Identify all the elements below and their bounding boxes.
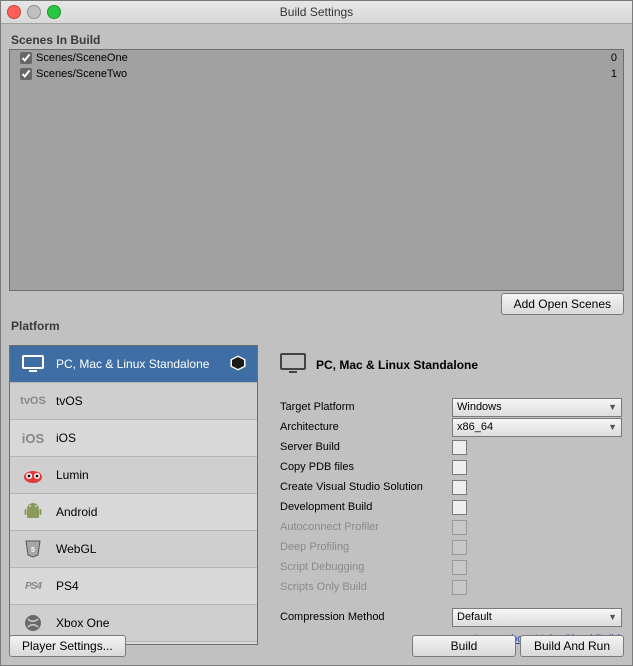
server-build-checkbox[interactable] (452, 440, 467, 455)
platform-label-text: PS4 (56, 579, 79, 593)
build-and-run-button[interactable]: Build And Run (520, 635, 624, 657)
row-autoconnect: Autoconnect Profiler (280, 517, 622, 537)
compression-value: Default (457, 611, 492, 623)
platform-label: Platform (11, 319, 624, 333)
scene-row[interactable]: Scenes/SceneTwo 1 (10, 66, 623, 82)
add-open-scenes-button[interactable]: Add Open Scenes (501, 293, 624, 315)
platform-webgl[interactable]: 5 WebGL (10, 531, 257, 568)
build-button[interactable]: Build (412, 635, 516, 657)
row-dev-build: Development Build (280, 497, 622, 517)
label-script-debugging: Script Debugging (280, 561, 452, 573)
scene-path: Scenes/SceneOne (36, 52, 128, 64)
scripts-only-checkbox (452, 580, 467, 595)
label-architecture: Architecture (280, 421, 452, 433)
monitor-icon (20, 355, 46, 373)
chevron-down-icon: ▼ (608, 402, 617, 412)
platform-android[interactable]: Android (10, 494, 257, 531)
row-server-build: Server Build (280, 437, 622, 457)
ps4-icon: PS4 (20, 581, 46, 592)
platform-detail: PC, Mac & Linux Standalone Target Platfo… (264, 345, 624, 645)
dev-build-checkbox[interactable] (452, 500, 467, 515)
scene-index: 1 (611, 68, 617, 80)
traffic-lights (7, 5, 61, 19)
platform-pc-standalone[interactable]: PC, Mac & Linux Standalone (10, 346, 257, 383)
monitor-icon (280, 353, 306, 378)
footer: Player Settings... Build Build And Run (9, 635, 624, 657)
platform-tvos[interactable]: tvOS tvOS (10, 383, 257, 420)
svg-text:5: 5 (31, 547, 35, 554)
label-server-build: Server Build (280, 441, 452, 453)
label-dev-build: Development Build (280, 501, 452, 513)
chevron-down-icon: ▼ (608, 612, 617, 622)
copy-pdb-checkbox[interactable] (452, 460, 467, 475)
label-deep-profiling: Deep Profiling (280, 541, 452, 553)
unity-logo-icon (229, 354, 247, 375)
script-debugging-checkbox (452, 560, 467, 575)
platform-label-text: Android (56, 505, 97, 519)
platform-detail-title: PC, Mac & Linux Standalone (316, 358, 478, 372)
platform-label-text: WebGL (56, 542, 96, 556)
android-icon (20, 502, 46, 522)
titlebar: Build Settings (1, 1, 632, 24)
lumin-icon (20, 466, 46, 484)
label-target-platform: Target Platform (280, 401, 452, 413)
platform-label-text: PC, Mac & Linux Standalone (56, 357, 209, 371)
scenes-list[interactable]: Scenes/SceneOne 0 Scenes/SceneTwo 1 (9, 49, 624, 291)
platform-lumin[interactable]: Lumin (10, 457, 257, 494)
player-settings-button[interactable]: Player Settings... (9, 635, 126, 657)
label-autoconnect: Autoconnect Profiler (280, 521, 452, 533)
scenes-in-build-label: Scenes In Build (11, 33, 624, 47)
platform-label-text: tvOS (56, 394, 83, 408)
platform-ios[interactable]: iOS iOS (10, 420, 257, 457)
build-settings-window: Build Settings Scenes In Build Scenes/Sc… (0, 0, 633, 666)
platform-label-text: Xbox One (56, 616, 109, 630)
platform-ps4[interactable]: PS4 PS4 (10, 568, 257, 605)
label-compression: Compression Method (280, 611, 452, 623)
minimize-window-button[interactable] (27, 5, 41, 19)
target-platform-value: Windows (457, 401, 502, 413)
target-platform-select[interactable]: Windows ▼ (452, 398, 622, 417)
row-compression: Compression Method Default ▼ (280, 607, 622, 627)
platform-label-text: Lumin (56, 468, 89, 482)
platform-area: PC, Mac & Linux Standalone tvOS tvOS iOS… (9, 345, 624, 645)
content: Scenes In Build Scenes/SceneOne 0 Scenes… (9, 29, 624, 657)
platform-detail-header: PC, Mac & Linux Standalone (280, 349, 622, 381)
label-copy-pdb: Copy PDB files (280, 461, 452, 473)
chevron-down-icon: ▼ (608, 422, 617, 432)
row-script-debugging: Script Debugging (280, 557, 622, 577)
tvos-icon: tvOS (20, 395, 46, 407)
row-copy-pdb: Copy PDB files (280, 457, 622, 477)
scene-path: Scenes/SceneTwo (36, 68, 127, 80)
label-scripts-only: Scripts Only Build (280, 581, 452, 593)
scene-row[interactable]: Scenes/SceneOne 0 (10, 50, 623, 66)
scene-index: 0 (611, 52, 617, 64)
window-title: Build Settings (280, 5, 353, 19)
zoom-window-button[interactable] (47, 5, 61, 19)
architecture-select[interactable]: x86_64 ▼ (452, 418, 622, 437)
create-vs-checkbox[interactable] (452, 480, 467, 495)
deep-profiling-checkbox (452, 540, 467, 555)
row-scripts-only: Scripts Only Build (280, 577, 622, 597)
ios-icon: iOS (20, 431, 46, 446)
close-window-button[interactable] (7, 5, 21, 19)
build-options-form: Target Platform Windows ▼ Architecture (280, 397, 622, 627)
platform-list: PC, Mac & Linux Standalone tvOS tvOS iOS… (9, 345, 258, 645)
compression-select[interactable]: Default ▼ (452, 608, 622, 627)
row-target-platform: Target Platform Windows ▼ (280, 397, 622, 417)
autoconnect-checkbox (452, 520, 467, 535)
scene-checkbox[interactable] (20, 52, 32, 64)
scene-checkbox[interactable] (20, 68, 32, 80)
xbox-icon (20, 614, 46, 632)
label-create-vs: Create Visual Studio Solution (280, 481, 452, 493)
row-create-vs: Create Visual Studio Solution (280, 477, 622, 497)
platform-label-text: iOS (56, 431, 76, 445)
row-architecture: Architecture x86_64 ▼ (280, 417, 622, 437)
architecture-value: x86_64 (457, 421, 493, 433)
webgl-icon: 5 (20, 539, 46, 559)
row-deep-profiling: Deep Profiling (280, 537, 622, 557)
